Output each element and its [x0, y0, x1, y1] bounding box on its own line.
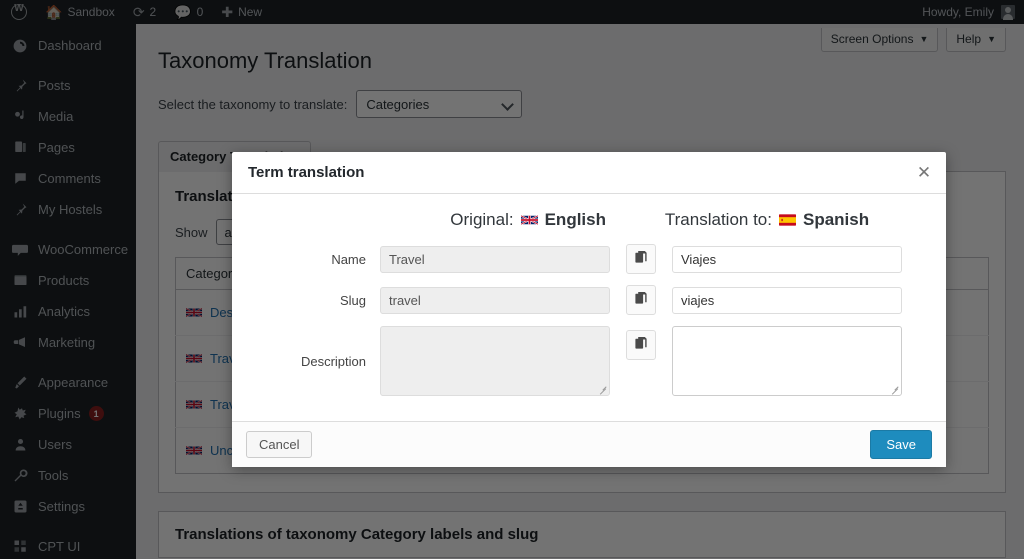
copy-description-button[interactable]	[626, 330, 656, 360]
copy-slug-button[interactable]	[626, 285, 656, 315]
original-name-value: Travel	[389, 251, 425, 267]
original-slug-input[interactable]: travel	[380, 286, 610, 314]
modal-title: Term translation	[248, 164, 365, 181]
copy-icon	[634, 291, 648, 310]
field-row-slug: Slug travel viajes	[258, 285, 920, 315]
admin-screen: 🏠 Sandbox ⟳ 2 💬 0 ✚ New Howdy, Emily Das…	[0, 0, 1024, 559]
original-slug-value: travel	[389, 292, 421, 308]
translation-language-header: Translation to: Spanish	[614, 210, 920, 230]
modal-body: Original: English Translation to: Spanis…	[232, 194, 946, 421]
field-label: Slug	[339, 292, 366, 308]
modal-footer: Cancel Save	[232, 421, 946, 467]
original-description-textarea[interactable]	[380, 326, 610, 396]
modal-header: Term translation ✕	[232, 152, 946, 194]
term-translation-modal: Term translation ✕ Original: English Tra…	[232, 152, 946, 467]
field-row-description: Description	[258, 326, 920, 396]
translation-description-textarea[interactable]	[672, 326, 902, 396]
close-icon[interactable]: ✕	[914, 163, 934, 183]
language-header-row: Original: English Translation to: Spanis…	[258, 210, 920, 230]
cancel-button[interactable]: Cancel	[246, 431, 313, 458]
translation-label: Translation to:	[664, 210, 772, 229]
save-button[interactable]: Save	[870, 430, 932, 459]
original-label: Original:	[450, 210, 514, 229]
original-language-name: English	[544, 210, 606, 229]
translation-name-input[interactable]: Viajes	[672, 245, 902, 273]
copy-icon	[634, 336, 648, 355]
uk-flag	[520, 214, 538, 226]
copy-name-button[interactable]	[626, 244, 656, 274]
field-row-name: Name Travel Viajes	[258, 244, 920, 274]
copy-icon	[634, 250, 648, 269]
resize-handle-icon[interactable]	[598, 385, 607, 394]
translation-slug-value: viajes	[681, 292, 715, 308]
original-language-header: Original: English	[258, 210, 614, 230]
field-label: Description	[300, 353, 366, 369]
original-name-input[interactable]: Travel	[380, 245, 610, 273]
translation-slug-input[interactable]: viajes	[672, 286, 902, 314]
translation-language-name: Spanish	[802, 210, 870, 229]
field-label: Name	[331, 251, 366, 267]
resize-handle-icon[interactable]	[890, 385, 899, 394]
es-flag	[778, 214, 796, 226]
translation-name-value: Viajes	[681, 251, 717, 267]
